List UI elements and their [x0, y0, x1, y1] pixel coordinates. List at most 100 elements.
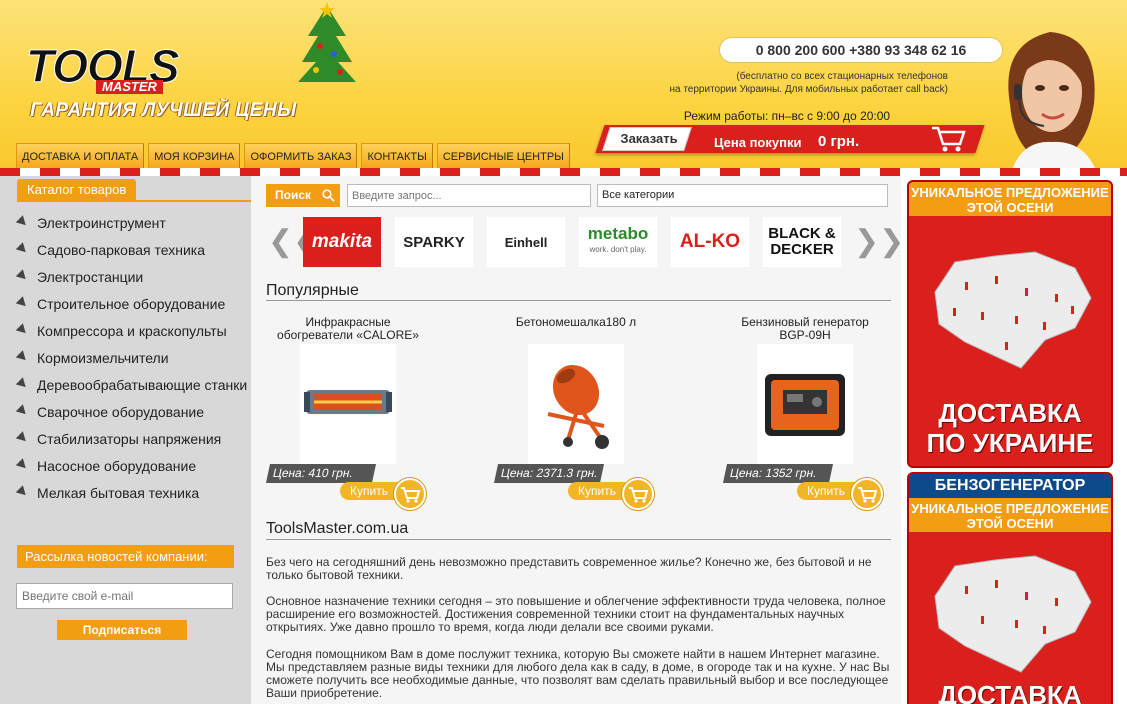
about-paragraph: Сегодня помощником Вам в доме послужит т…	[266, 647, 890, 700]
brand-logo-einhell[interactable]: Einhell	[487, 217, 565, 267]
concrete-mixer-image	[547, 364, 609, 449]
brand-logo-alko[interactable]: AL-KO	[671, 217, 749, 267]
triangle-bullet-icon	[15, 215, 30, 229]
site-header: TOOLS MASTER ГАРАНТИЯ ЛУЧШЕЙ ЦЕНЫ 0 800 …	[0, 0, 1127, 176]
product-card: Инфракрасные обогреватели «CALORE» Цена:…	[265, 316, 428, 510]
category-list: Электроинструмент Садово-парковая техник…	[15, 214, 247, 511]
brand-metabo-name: metabo	[587, 224, 649, 243]
category-item[interactable]: Сварочное оборудование	[15, 403, 247, 430]
brand-logo-makita[interactable]: makita	[303, 217, 381, 267]
category-item[interactable]: Электроинструмент	[15, 214, 247, 241]
about-divider	[266, 539, 891, 540]
brand-logo-black-decker[interactable]: BLACK & DECKER	[763, 217, 841, 267]
nav-delivery[interactable]: Доставка и оплата	[16, 143, 145, 169]
buy-button[interactable]: Купить	[568, 478, 654, 510]
buy-button[interactable]: Купить	[340, 478, 426, 510]
triangle-bullet-icon	[15, 269, 30, 283]
triangle-bullet-icon	[15, 323, 30, 337]
product-image[interactable]	[300, 344, 396, 464]
phone-note: (бесплатно со всех стационарных телефоно…	[620, 70, 948, 96]
nav-checkout[interactable]: Оформить заказ	[244, 143, 358, 169]
category-item[interactable]: Насосное оборудование	[15, 457, 247, 484]
category-label: Электроинструмент	[37, 215, 166, 231]
phone-numbers[interactable]: 0 800 200 600 +380 93 348 62 16	[720, 38, 1002, 62]
phone-note-line: (бесплатно со всех стационарных телефоно…	[736, 71, 948, 82]
product-name-line: Бетономешалка180 л	[515, 315, 637, 329]
triangle-bullet-icon	[15, 296, 30, 310]
search-input[interactable]	[347, 184, 591, 207]
cart-price-label: Цена покупки	[714, 135, 802, 150]
newsletter-email-input[interactable]	[17, 584, 232, 608]
product-name[interactable]: Бензиновый генератор BGP-09H	[725, 316, 885, 344]
ukraine-map-icon	[934, 251, 1092, 369]
category-item[interactable]: Деревообрабатывающие станки	[15, 376, 247, 403]
main-nav: Доставка и оплата Моя корзина Оформить з…	[16, 143, 574, 169]
banner-delivery-text: ДОСТАВКА	[938, 398, 1082, 428]
delivery-banner[interactable]: УНИКАЛЬНОЕ ПРЕДЛОЖЕНИЕ ЭТОЙ ОСЕНИ ДОСТАВ…	[907, 180, 1113, 468]
subscribe-button[interactable]: Подписаться	[57, 620, 187, 640]
triangle-bullet-icon	[15, 458, 30, 472]
brand-logo-sparky[interactable]: SPARKY	[395, 217, 473, 267]
category-label: Строительное оборудование	[37, 296, 226, 312]
support-operator-image	[1008, 32, 1098, 176]
sidebar: Каталог товаров Электроинструмент Садово…	[0, 176, 251, 704]
content: Поиск Все категории ❮❮ makita SPARKY Ein…	[251, 176, 904, 704]
product-image[interactable]	[528, 344, 624, 464]
nav-service-centers[interactable]: Сервисные центры	[436, 143, 570, 169]
category-label: Компрессора и краскопульты	[37, 323, 227, 339]
product-name-line: обогреватели «CALORE»	[277, 328, 419, 342]
cart-price-value: 0 грн.	[818, 133, 860, 150]
product-name-line: BGP-09H	[779, 328, 831, 342]
category-item[interactable]: Электростанции	[15, 268, 247, 295]
triangle-bullet-icon	[15, 485, 30, 499]
product-image[interactable]	[757, 344, 853, 464]
about-title: ToolsMaster.com.ua	[266, 520, 409, 537]
category-item[interactable]: Мелкая бытовая техника	[15, 484, 247, 511]
category-item[interactable]: Строительное оборудование	[15, 295, 247, 322]
search-button[interactable]: Поиск	[266, 184, 340, 207]
order-button[interactable]: Заказать	[608, 131, 690, 146]
generator-banner[interactable]: БЕНЗОГЕНЕРАТОР УНИКАЛЬНОЕ ПРЕДЛОЖЕНИЕ ЭТ…	[907, 472, 1113, 704]
promo-banners: УНИКАЛЬНОЕ ПРЕДЛОЖЕНИЕ ЭТОЙ ОСЕНИ ДОСТАВ…	[907, 180, 1115, 704]
carousel-prev-icon[interactable]: ❮❮	[268, 222, 318, 262]
banner-ukraine-text: ПО УКРАИНЕ	[926, 428, 1094, 458]
product-name[interactable]: Инфракрасные обогреватели «CALORE»	[268, 316, 428, 344]
christmas-tree-icon	[298, 2, 356, 82]
catalog-title: Каталог товаров	[17, 179, 137, 201]
product-name[interactable]: Бетономешалка180 л	[496, 316, 656, 344]
triangle-bullet-icon	[15, 242, 30, 256]
category-label: Стабилизаторы напряжения	[37, 431, 222, 447]
tagline: ГАРАНТИЯ ЛУЧШЕЙ ЦЕНЫ	[30, 100, 297, 121]
header-stripe	[0, 168, 1127, 176]
triangle-bullet-icon	[15, 350, 30, 364]
cart-icon	[851, 478, 883, 510]
main-area: Каталог товаров Электроинструмент Садово…	[0, 176, 1127, 704]
category-label: Мелкая бытовая техника	[37, 485, 200, 501]
category-item[interactable]: Кормоизмельчители	[15, 349, 247, 376]
banner-offer-text: УНИКАЛЬНОЕ ПРЕДЛОЖЕНИЕ ЭТОЙ ОСЕНИ	[909, 498, 1111, 532]
triangle-bullet-icon	[15, 431, 30, 445]
brand-logo-metabo[interactable]: metabo work. don't play.	[579, 217, 657, 267]
logo-sub: MASTER	[96, 80, 163, 94]
category-label: Насосное оборудование	[37, 458, 197, 474]
popular-title: Популярные	[266, 282, 359, 299]
category-item[interactable]: Стабилизаторы напряжения	[15, 430, 247, 457]
cart-icon[interactable]	[930, 124, 966, 154]
newsletter-title: Рассылка новостей компании:	[17, 545, 234, 568]
product-card: Бетономешалка180 л Цена: 2371.3 грн. Куп…	[493, 316, 656, 510]
category-item[interactable]: Компрессора и краскопульты	[15, 322, 247, 349]
about-paragraph: Без чего на сегодняшний день невозможно …	[266, 555, 872, 582]
category-label: Садово-парковая техника	[37, 242, 205, 258]
nav-cart[interactable]: Моя корзина	[148, 143, 241, 169]
triangle-bullet-icon	[15, 377, 30, 391]
nav-contacts[interactable]: Контакты	[361, 143, 433, 169]
working-hours: Режим работы: пн–вс с 9:00 до 20:00	[683, 109, 891, 123]
about-paragraph: Основное назначение техники сегодня – эт…	[266, 594, 886, 634]
category-item[interactable]: Садово-парковая техника	[15, 241, 247, 268]
logo[interactable]: TOOLS MASTER	[26, 43, 288, 94]
buy-button[interactable]: Купить	[797, 478, 883, 510]
carousel-next-icon[interactable]: ❯❯	[854, 222, 904, 262]
banner-delivery-text: ДОСТАВКА	[938, 680, 1082, 704]
banner-offer-text: УНИКАЛЬНОЕ ПРЕДЛОЖЕНИЕ ЭТОЙ ОСЕНИ	[909, 182, 1111, 216]
category-select[interactable]: Все категории	[597, 184, 888, 207]
